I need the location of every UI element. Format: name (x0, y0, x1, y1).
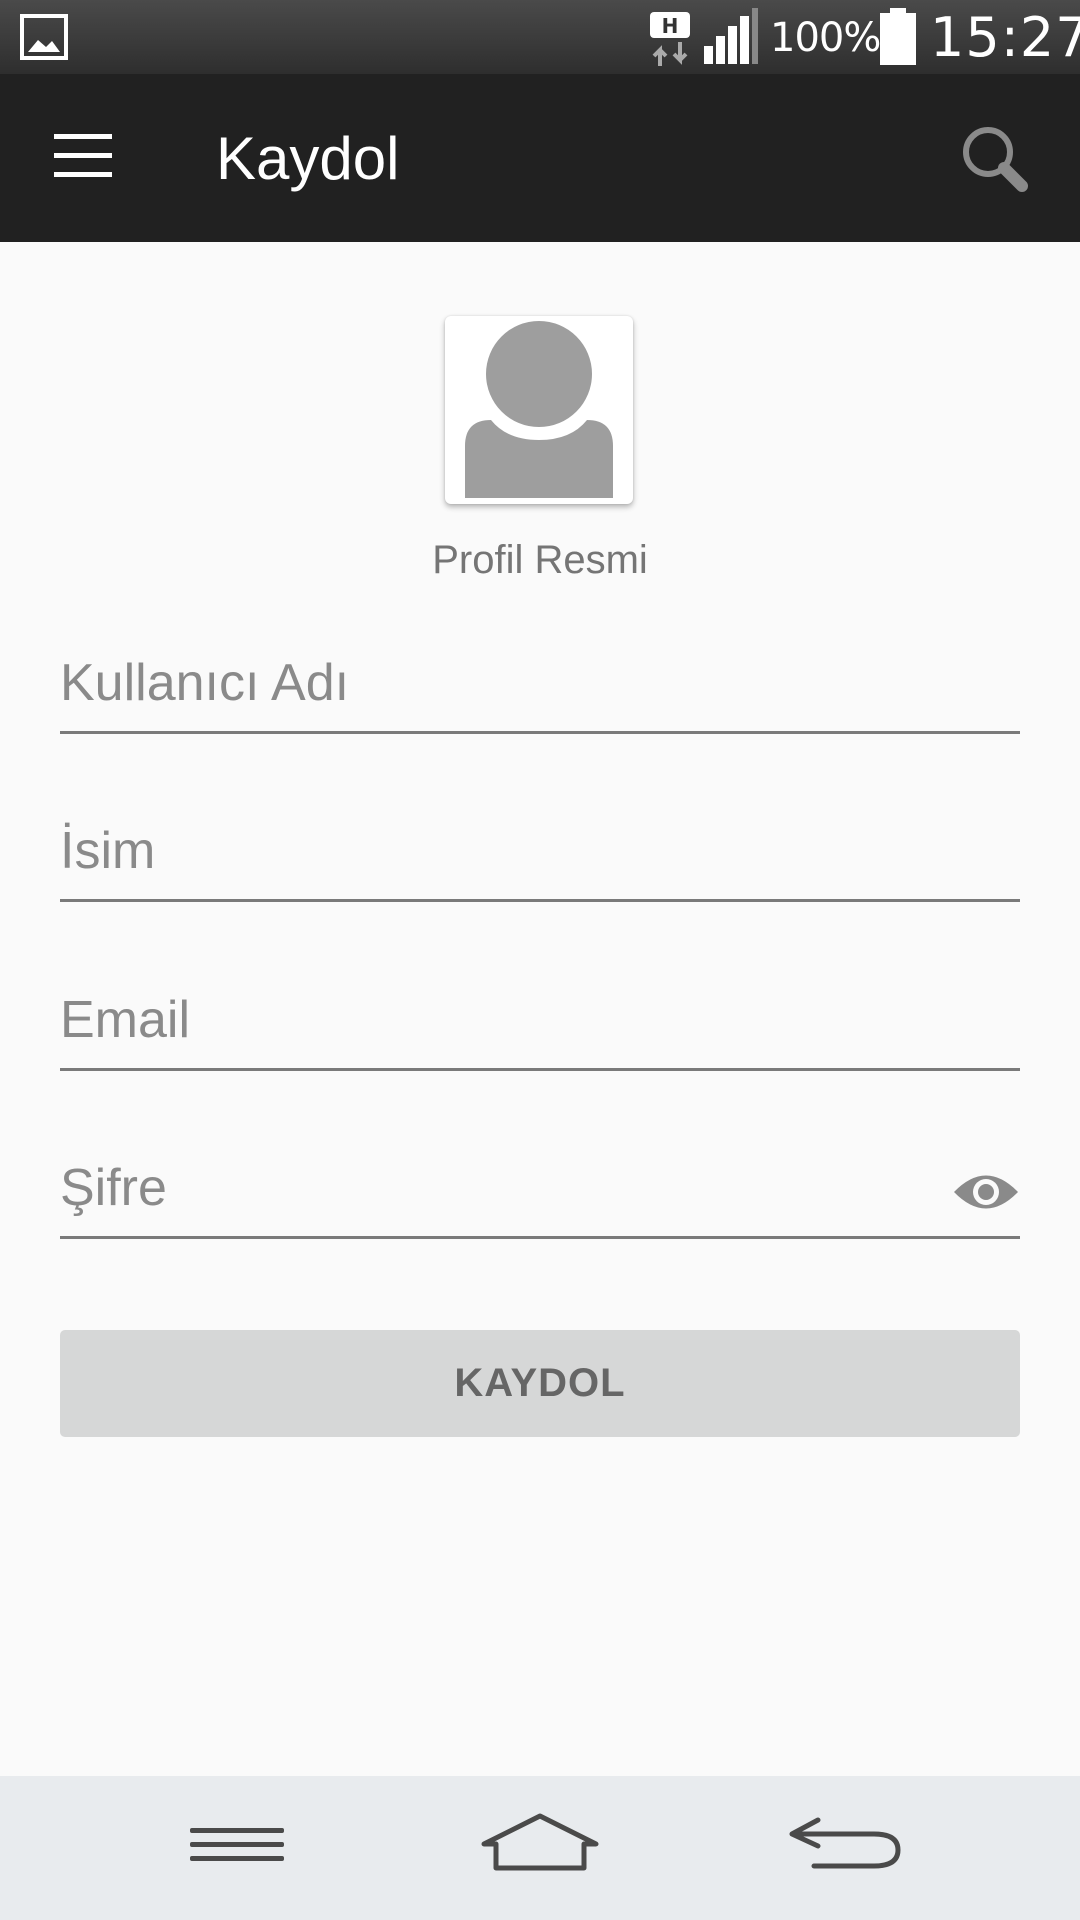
nav-home-button[interactable] (470, 1800, 610, 1896)
username-field (60, 638, 1020, 734)
clock: 15:27 (930, 6, 1080, 69)
search-button[interactable] (950, 118, 1040, 208)
status-bar: H 100% 15:27 (0, 0, 1080, 74)
menu-icon (190, 1828, 284, 1861)
signal-icon (704, 8, 758, 64)
eye-icon (954, 1175, 1018, 1209)
password-field (60, 1143, 1020, 1239)
register-button[interactable]: KAYDOL (60, 1330, 1020, 1437)
battery-percent: 100% (770, 15, 881, 61)
profile-picture-button[interactable] (445, 316, 633, 504)
network-type-label: H (662, 14, 679, 38)
profile-picture-label: Profil Resmi (432, 538, 648, 582)
name-field (60, 806, 1020, 902)
password-input[interactable] (60, 1143, 940, 1233)
page-title: Kaydol (216, 125, 400, 192)
back-icon (789, 1817, 901, 1869)
home-icon (481, 1813, 599, 1871)
app-bar: Kaydol (0, 74, 1080, 242)
hamburger-menu-icon (54, 134, 112, 177)
avatar-placeholder-icon (465, 321, 613, 498)
username-input[interactable] (60, 638, 1020, 728)
name-input[interactable] (60, 806, 1020, 896)
navigation-bar (0, 1776, 1080, 1920)
nav-back-button[interactable] (774, 1800, 914, 1896)
nav-menu-button[interactable] (168, 1800, 308, 1896)
email-field (60, 975, 1020, 1071)
gallery-notification-icon (20, 14, 68, 60)
network-icon: H (646, 10, 694, 68)
password-visibility-toggle[interactable] (952, 1169, 1020, 1215)
search-icon (963, 127, 1028, 192)
menu-button[interactable] (40, 118, 128, 198)
email-input[interactable] (60, 975, 1020, 1065)
battery-icon (880, 8, 916, 65)
